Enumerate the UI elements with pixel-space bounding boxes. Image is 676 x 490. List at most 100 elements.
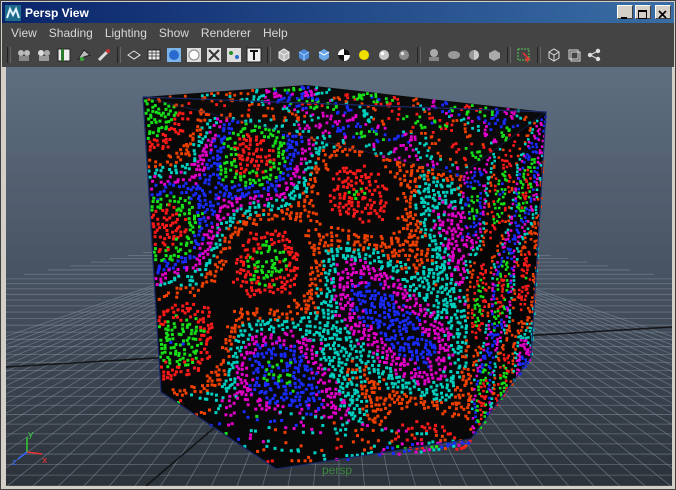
voxel bbox=[261, 265, 265, 268]
voxel bbox=[148, 158, 152, 162]
voxel bbox=[408, 297, 412, 301]
voxel bbox=[391, 389, 395, 393]
voxel bbox=[174, 349, 178, 353]
voxel bbox=[432, 324, 436, 328]
joints-button[interactable] bbox=[225, 46, 243, 64]
voxel bbox=[421, 280, 424, 284]
xray-button[interactable] bbox=[205, 46, 223, 64]
voxel bbox=[431, 376, 435, 380]
half-sphere-icon bbox=[469, 50, 479, 60]
voxel bbox=[432, 304, 436, 308]
voxel bbox=[431, 400, 434, 404]
connections-button[interactable] bbox=[585, 46, 603, 64]
voxel bbox=[332, 356, 336, 359]
voxel bbox=[454, 230, 458, 234]
voxel bbox=[165, 294, 169, 297]
voxel bbox=[181, 323, 185, 327]
menu-help[interactable]: Help bbox=[257, 25, 294, 43]
smooth-shade-button[interactable] bbox=[165, 46, 183, 64]
voxel bbox=[504, 220, 507, 223]
isolate-button[interactable] bbox=[425, 46, 443, 64]
voxel bbox=[499, 351, 502, 355]
voxel bbox=[462, 407, 466, 411]
frame-all-button[interactable] bbox=[545, 46, 563, 64]
voxel bbox=[436, 190, 440, 194]
voxel bbox=[245, 163, 249, 167]
voxel bbox=[429, 353, 433, 357]
lock-camera-button[interactable] bbox=[35, 46, 53, 64]
voxel bbox=[298, 355, 302, 359]
image-plane-button[interactable] bbox=[75, 46, 93, 64]
voxel bbox=[269, 173, 273, 177]
voxel bbox=[152, 225, 156, 229]
minimize-button[interactable] bbox=[617, 5, 633, 19]
voxel bbox=[355, 169, 359, 173]
close-button[interactable] bbox=[655, 5, 671, 19]
voxel bbox=[285, 148, 289, 152]
default-light-button[interactable] bbox=[375, 46, 393, 64]
voxel bbox=[473, 170, 477, 174]
voxel bbox=[451, 214, 455, 218]
voxel bbox=[171, 316, 175, 320]
shaded-cube-button[interactable] bbox=[295, 46, 313, 64]
cube-flat-button[interactable] bbox=[485, 46, 503, 64]
flat-shade-button[interactable] bbox=[185, 46, 203, 64]
title-bar[interactable]: Persp View bbox=[2, 2, 674, 23]
perspective-viewport[interactable]: y x z persp bbox=[6, 67, 672, 486]
wire-cube-button[interactable] bbox=[275, 46, 293, 64]
maximize-button[interactable] bbox=[635, 5, 651, 19]
voxel bbox=[390, 381, 394, 385]
voxel bbox=[458, 332, 462, 336]
voxel bbox=[528, 316, 531, 320]
select-region-button[interactable] bbox=[515, 46, 533, 64]
voxel bbox=[377, 291, 381, 295]
voxel bbox=[236, 120, 240, 124]
voxel bbox=[476, 195, 479, 198]
menu-show[interactable]: Show bbox=[153, 25, 195, 43]
voxel bbox=[518, 242, 521, 245]
voxel bbox=[173, 325, 177, 329]
frame-selected-button[interactable] bbox=[565, 46, 583, 64]
voxel bbox=[181, 260, 185, 264]
select-camera-button[interactable] bbox=[15, 46, 33, 64]
camera-attributes-button[interactable] bbox=[95, 46, 113, 64]
voxel bbox=[203, 194, 207, 198]
maya-app-icon[interactable] bbox=[5, 4, 21, 21]
default-material-button[interactable] bbox=[315, 46, 333, 64]
voxel bbox=[367, 175, 371, 179]
checker-button[interactable] bbox=[335, 46, 353, 64]
voxel bbox=[274, 269, 278, 273]
menu-shading[interactable]: Shading bbox=[43, 25, 99, 43]
voxel bbox=[216, 167, 220, 171]
voxel bbox=[460, 280, 464, 284]
voxel bbox=[257, 194, 261, 198]
menu-renderer[interactable]: Renderer bbox=[195, 25, 257, 43]
menu-view[interactable]: View bbox=[5, 25, 43, 43]
shadows-button[interactable] bbox=[395, 46, 413, 64]
voxel bbox=[473, 174, 476, 177]
textured-button[interactable] bbox=[245, 46, 263, 64]
voxel bbox=[295, 258, 299, 261]
voxel bbox=[427, 334, 431, 337]
bookmark-button[interactable] bbox=[55, 46, 73, 64]
use-all-lights-button[interactable] bbox=[355, 46, 373, 64]
wireframe-button[interactable] bbox=[125, 46, 143, 64]
voxel bbox=[228, 335, 232, 339]
voxel bbox=[292, 269, 296, 273]
voxel bbox=[298, 127, 302, 130]
voxel bbox=[390, 377, 394, 381]
voxel bbox=[385, 382, 389, 386]
menu-lighting[interactable]: Lighting bbox=[99, 25, 153, 43]
voxel bbox=[501, 287, 504, 290]
voxel bbox=[166, 145, 170, 149]
sphere-button[interactable] bbox=[445, 46, 463, 64]
voxel bbox=[228, 216, 232, 220]
voxel bbox=[399, 261, 403, 264]
voxel bbox=[449, 362, 453, 366]
voxel bbox=[534, 142, 538, 146]
grid-button[interactable] bbox=[145, 46, 163, 64]
voxel bbox=[268, 328, 271, 331]
checker-icon bbox=[338, 49, 350, 61]
voxel bbox=[484, 379, 488, 382]
half-sphere-button[interactable] bbox=[465, 46, 483, 64]
